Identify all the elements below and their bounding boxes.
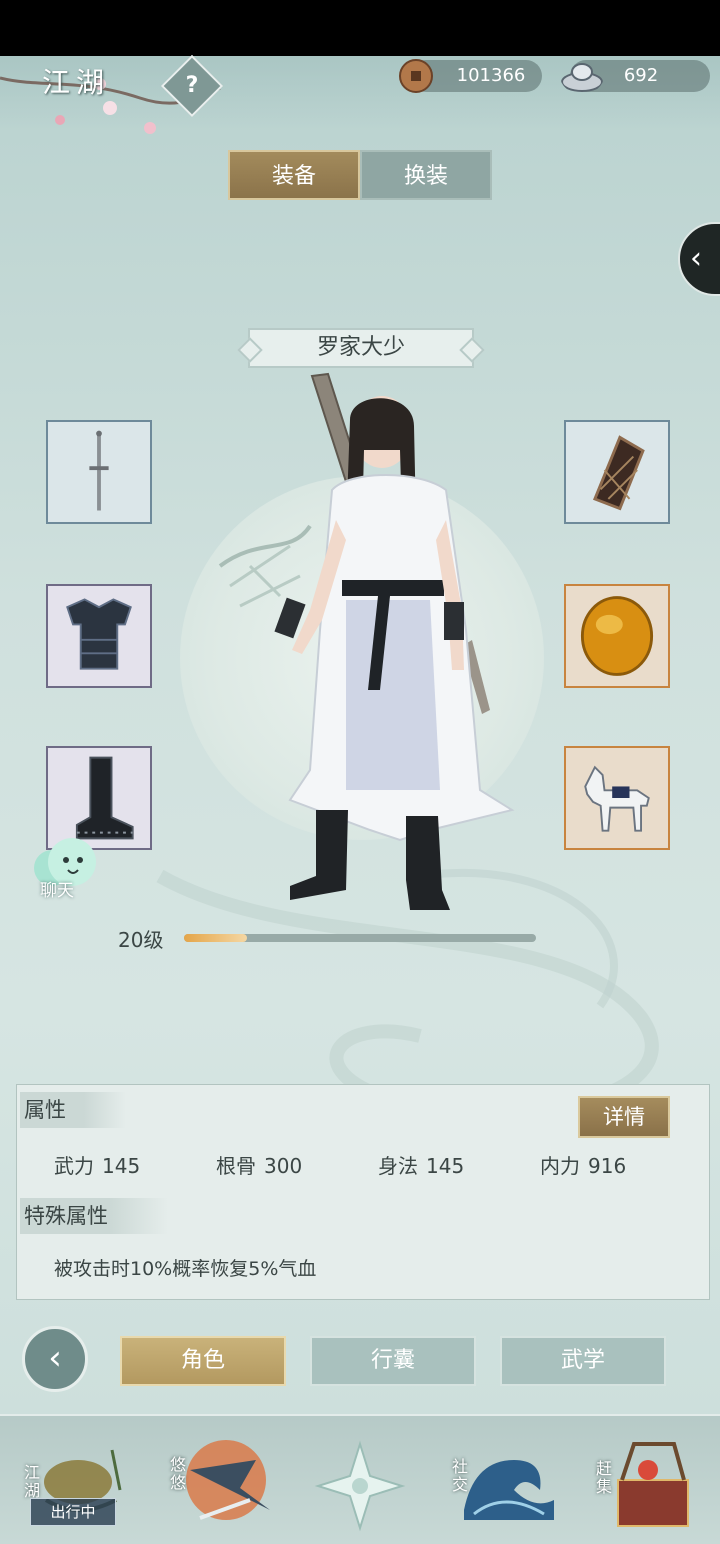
nav-home[interactable] [300, 1430, 420, 1540]
level-label: 20级 [118, 928, 164, 952]
slot-weapon[interactable] [46, 420, 152, 524]
stat-name: 武力 [54, 1154, 94, 1178]
status-bar [0, 0, 720, 56]
tab-outfit[interactable]: 换装 [360, 150, 492, 200]
traveling-status-tag: 出行中 [30, 1498, 116, 1526]
sword-icon [89, 430, 109, 511]
level-progress-bar [184, 934, 536, 942]
nav-social[interactable]: 社交 [444, 1430, 564, 1540]
horse-icon [584, 765, 650, 832]
nav-youyou[interactable]: 悠悠 [160, 1430, 280, 1540]
nav-social-label: 社交 [449, 1458, 468, 1494]
character-name: 罗家大少 [316, 335, 405, 360]
special-attributes-heading: 特殊属性 [20, 1198, 168, 1234]
special-attribute-text: 被攻击时10%概率恢复5%气血 [54, 1258, 317, 1280]
stat-value: 145 [102, 1154, 141, 1178]
stat-name: 身法 [378, 1154, 418, 1178]
stat-strength: 武力 145 [54, 1150, 140, 1179]
tab-role[interactable]: 角色 [120, 1336, 286, 1386]
details-button[interactable]: 详情 [578, 1096, 670, 1138]
attributes-heading: 属性 [20, 1092, 126, 1128]
copper-coin-icon [399, 59, 433, 93]
question-icon: ? [185, 73, 199, 98]
character-name-plate: 罗家大少 [248, 328, 474, 368]
back-arrow-icon: ‹ [48, 1338, 62, 1378]
stat-value: 145 [426, 1154, 465, 1178]
stat-inner-power: 内力 916 [540, 1150, 626, 1179]
stat-name: 内力 [540, 1154, 580, 1178]
bracer-icon [592, 435, 645, 511]
slot-accessory[interactable] [564, 584, 670, 688]
silver-ingot-icon [561, 63, 603, 92]
silver-value: 692 [623, 65, 659, 86]
stat-agility: 身法 145 [378, 1150, 464, 1179]
slot-armor[interactable] [46, 584, 152, 688]
slot-bracer[interactable] [564, 420, 670, 524]
nav-market-label: 赶集 [593, 1460, 612, 1496]
armor-icon [66, 598, 132, 670]
tab-equip[interactable]: 装备 [228, 150, 360, 200]
level-progress-fill [184, 934, 248, 942]
character-model [274, 372, 515, 910]
page-title: 江湖 [42, 66, 111, 99]
compass-star-icon [314, 1440, 406, 1532]
back-button[interactable]: ‹ [22, 1326, 88, 1392]
copper-value: 101366 [456, 65, 526, 86]
chat-label[interactable]: 聊天 [40, 876, 74, 901]
tab-bag[interactable]: 行囊 [310, 1336, 476, 1386]
nav-market[interactable]: 赶集 [588, 1430, 708, 1540]
stat-constitution: 根骨 300 [216, 1150, 302, 1179]
nav-youyou-label: 悠悠 [167, 1456, 186, 1492]
slot-mount[interactable] [564, 746, 670, 850]
stat-value: 916 [588, 1154, 627, 1178]
amber-gem-icon [580, 596, 654, 676]
nav-jianghu-label: 江湖 [21, 1464, 40, 1500]
stat-value: 300 [264, 1154, 303, 1178]
chevron-left-icon: ‹ [690, 241, 702, 276]
tab-martial-arts[interactable]: 武学 [500, 1336, 666, 1386]
stat-name: 根骨 [216, 1154, 256, 1178]
